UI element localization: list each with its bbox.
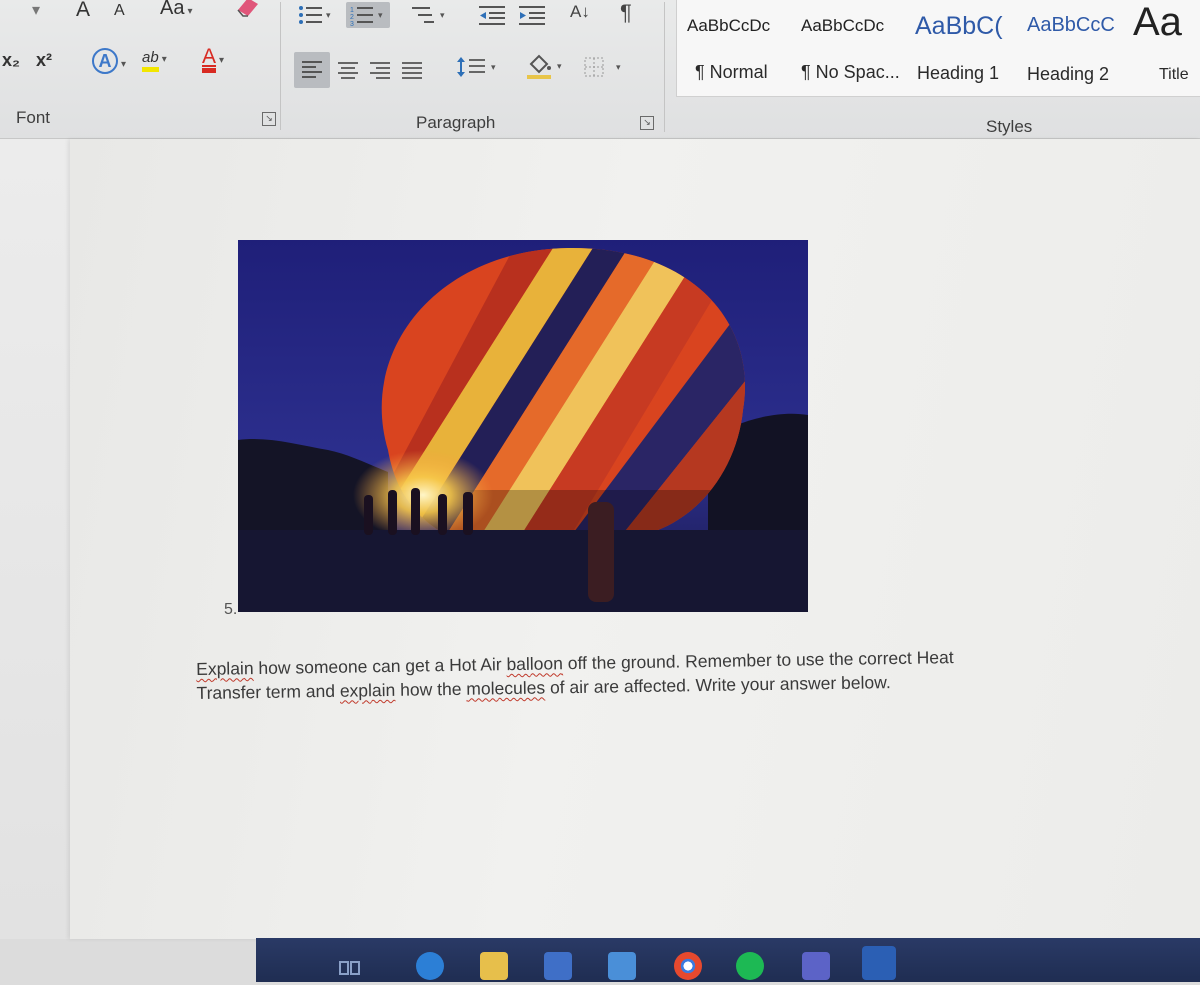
font-color-icon: A xyxy=(202,46,217,73)
font-dialog-launcher-icon[interactable]: ↘ xyxy=(262,112,276,126)
styles-group-label: Styles xyxy=(986,117,1033,136)
paragraph-group-label: Paragraph xyxy=(416,113,496,132)
style-heading-2-preview: AaBbCcC xyxy=(1027,14,1115,36)
spellcheck-word: Explain xyxy=(196,658,254,679)
paragraph-dialog-launcher-icon[interactable]: ↘ xyxy=(640,116,654,130)
superscript-button[interactable]: x² xyxy=(36,50,52,71)
style-heading-2[interactable]: AaBbCcC xyxy=(1027,14,1115,37)
highlight-icon: ab xyxy=(142,49,159,72)
font-color-button[interactable]: A ▾ xyxy=(202,46,224,73)
svg-text:▾: ▾ xyxy=(440,10,445,20)
change-case-label: Aa xyxy=(160,0,185,19)
question-text-segment: of air are affected. Write your answer b… xyxy=(544,672,891,698)
question-text-segment: how someone can get a Hot Air xyxy=(253,654,507,679)
teams-icon[interactable] xyxy=(802,952,830,980)
style-no-spacing-name: ¶ No Spac... xyxy=(801,62,900,82)
sort-button[interactable]: A↓ xyxy=(570,2,590,22)
style-normal-name: ¶ Normal xyxy=(695,62,768,82)
line-spacing-button[interactable]: ▾ xyxy=(452,54,504,80)
font-group-label: Font xyxy=(16,108,51,127)
svg-text:1: 1 xyxy=(350,7,354,14)
svg-text:2: 2 xyxy=(350,14,354,21)
bullets-icon: ▾ xyxy=(299,6,331,24)
hot-air-balloon-photo[interactable] xyxy=(238,240,808,612)
paint-bucket-icon: ▾ xyxy=(527,54,562,79)
style-normal-preview: AaBbCcDc xyxy=(687,16,771,35)
word-icon[interactable] xyxy=(862,946,896,980)
style-title[interactable]: Aa xyxy=(1133,0,1182,45)
question-text-segment: off the ground. Remember to use the corr… xyxy=(562,647,954,674)
subscript-button[interactable]: x₂ xyxy=(2,50,20,71)
increase-indent-icon xyxy=(519,6,545,25)
style-heading-1-preview: AaBbC( xyxy=(915,12,1003,40)
style-normal[interactable]: AaBbCcDc xyxy=(687,16,770,36)
style-heading-1-name: Heading 1 xyxy=(917,63,1000,83)
text-effects-icon: A xyxy=(92,48,118,74)
increase-indent-button[interactable] xyxy=(514,2,550,28)
font-group-separator xyxy=(280,2,281,130)
style-no-spacing-preview: AaBbCcDc xyxy=(801,16,885,35)
bullets-button[interactable]: ▾ xyxy=(292,2,340,28)
svg-text:▾: ▾ xyxy=(616,62,621,72)
shading-button[interactable]: ▾ xyxy=(524,54,570,80)
style-heading-2-name: Heading 2 xyxy=(1027,64,1110,84)
align-right-button[interactable] xyxy=(366,58,394,84)
clear-formatting-eraser-icon[interactable] xyxy=(234,0,260,23)
edge-icon[interactable] xyxy=(416,952,444,980)
style-heading-1[interactable]: AaBbC( xyxy=(915,12,1003,41)
chrome-icon[interactable] xyxy=(674,952,702,980)
photos-icon[interactable] xyxy=(608,952,636,980)
styles-gallery: AaBbCcDc AaBbCcDc AaBbC( AaBbCcC Aa ¶ No… xyxy=(676,0,1200,97)
change-case-button[interactable]: Aa ▾ xyxy=(160,0,193,20)
svg-text:▾: ▾ xyxy=(326,10,331,20)
align-center-icon xyxy=(338,62,358,79)
align-right-icon xyxy=(370,62,390,79)
font-size-dropdown-arrow-icon[interactable]: ▾ xyxy=(32,0,40,20)
hot-air-balloon-image xyxy=(238,240,808,612)
spellcheck-word: molecules xyxy=(466,677,546,699)
taskview-icon[interactable] xyxy=(336,952,364,980)
shrink-font-button[interactable]: A xyxy=(114,2,125,20)
align-left-button[interactable] xyxy=(294,52,330,88)
multilevel-list-button[interactable]: ▾ xyxy=(408,2,452,28)
borders-icon: ▾ xyxy=(584,57,621,77)
svg-text:3: 3 xyxy=(350,21,354,26)
svg-text:▾: ▾ xyxy=(491,62,496,72)
align-left-icon xyxy=(302,61,322,78)
list-number: 5. xyxy=(224,601,238,618)
justify-icon xyxy=(402,62,422,79)
text-effects-button[interactable]: A ▾ xyxy=(92,48,126,74)
style-no-spacing[interactable]: AaBbCcDc xyxy=(801,16,884,36)
question-text-segment: Transfer term and xyxy=(196,680,341,703)
decrease-indent-button[interactable] xyxy=(474,2,510,28)
style-title-preview: Aa xyxy=(1133,0,1182,44)
taskbar xyxy=(256,938,1200,982)
spellcheck-word: explain xyxy=(339,679,396,701)
highlight-color-button[interactable]: ab ▾ xyxy=(142,46,167,72)
question-text-segment: how the xyxy=(395,678,467,700)
show-formatting-marks-button[interactable]: ¶ xyxy=(620,0,632,26)
multilevel-list-icon: ▾ xyxy=(412,7,445,23)
borders-button[interactable]: ▾ xyxy=(580,54,630,80)
spotify-icon[interactable] xyxy=(736,952,764,980)
ribbon: ▾ A A Aa ▾ x₂ x² A ▾ ab ▾ A ▾ Font ↘ ▾ 1 2 3 ▾ … xyxy=(0,0,1200,139)
line-spacing-icon: ▾ xyxy=(457,57,496,77)
paragraph-group-separator xyxy=(664,2,665,132)
file-explorer-icon[interactable] xyxy=(480,952,508,980)
numbering-icon: 123 ▾ xyxy=(350,7,383,26)
style-title-name: Title xyxy=(1159,66,1189,83)
store-icon[interactable] xyxy=(544,952,572,980)
numbering-button[interactable]: 1 2 3 ▾ xyxy=(346,2,390,28)
align-center-button[interactable] xyxy=(334,58,362,84)
spellcheck-word: balloon xyxy=(506,653,564,675)
decrease-indent-icon xyxy=(479,6,505,25)
justify-button[interactable] xyxy=(398,58,426,84)
svg-text:▾: ▾ xyxy=(378,10,383,20)
svg-text:▾: ▾ xyxy=(557,61,562,71)
grow-font-button[interactable]: A xyxy=(76,0,90,22)
